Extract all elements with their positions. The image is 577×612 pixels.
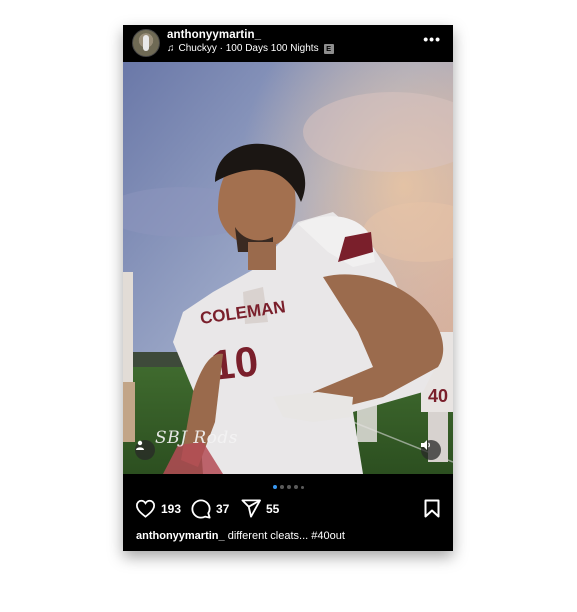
music-note-icon: ♫ <box>167 43 175 54</box>
heart-icon <box>135 499 156 518</box>
bookmark-icon[interactable] <box>424 499 440 523</box>
post-username[interactable]: anthonyymartin_ <box>167 29 261 41</box>
user-tag-icon[interactable] <box>135 440 155 460</box>
post-photo[interactable]: 40 COLEMAN 10 SBJ Rods <box>123 62 453 474</box>
avatar[interactable] <box>132 29 160 57</box>
music-info[interactable]: ♫ Chuckyy · 100 Days 100 Nights E <box>167 43 334 54</box>
action-bar: 193 37 55 <box>123 499 453 521</box>
background-jersey-number: 40 <box>428 386 448 406</box>
send-icon <box>241 499 261 518</box>
carousel-dot <box>272 485 277 489</box>
photo-watermark: SBJ Rods <box>155 428 238 448</box>
share-button[interactable]: 55 <box>241 499 279 518</box>
carousel-dot <box>286 485 291 489</box>
like-count: 193 <box>161 501 182 516</box>
carousel-dot <box>300 485 304 489</box>
post-card: anthonyymartin_ ♫ Chuckyy · 100 Days 100… <box>123 25 453 551</box>
share-count: 55 <box>266 501 280 516</box>
more-horizontal-icon[interactable]: ••• <box>423 31 441 47</box>
speaker-icon[interactable] <box>421 440 441 460</box>
photo-illustration: 40 COLEMAN 10 <box>123 62 453 474</box>
carousel-dot <box>293 485 298 489</box>
caption-username[interactable]: anthonyymartin_ <box>136 530 225 542</box>
post-caption: anthonyymartin_ different cleats... #40o… <box>136 530 345 542</box>
explicit-badge: E <box>323 43 334 54</box>
comment-button[interactable]: 37 <box>191 499 229 519</box>
music-track: Chuckyy · 100 Days 100 Nights <box>178 43 319 54</box>
post-header: anthonyymartin_ ♫ Chuckyy · 100 Days 100… <box>123 25 453 62</box>
like-button[interactable]: 193 <box>135 499 181 518</box>
carousel-indicator <box>123 485 453 489</box>
carousel-dot <box>279 485 284 489</box>
comment-icon <box>191 499 211 519</box>
caption-text: different cleats... #40out <box>227 530 345 542</box>
comment-count: 37 <box>216 502 230 516</box>
